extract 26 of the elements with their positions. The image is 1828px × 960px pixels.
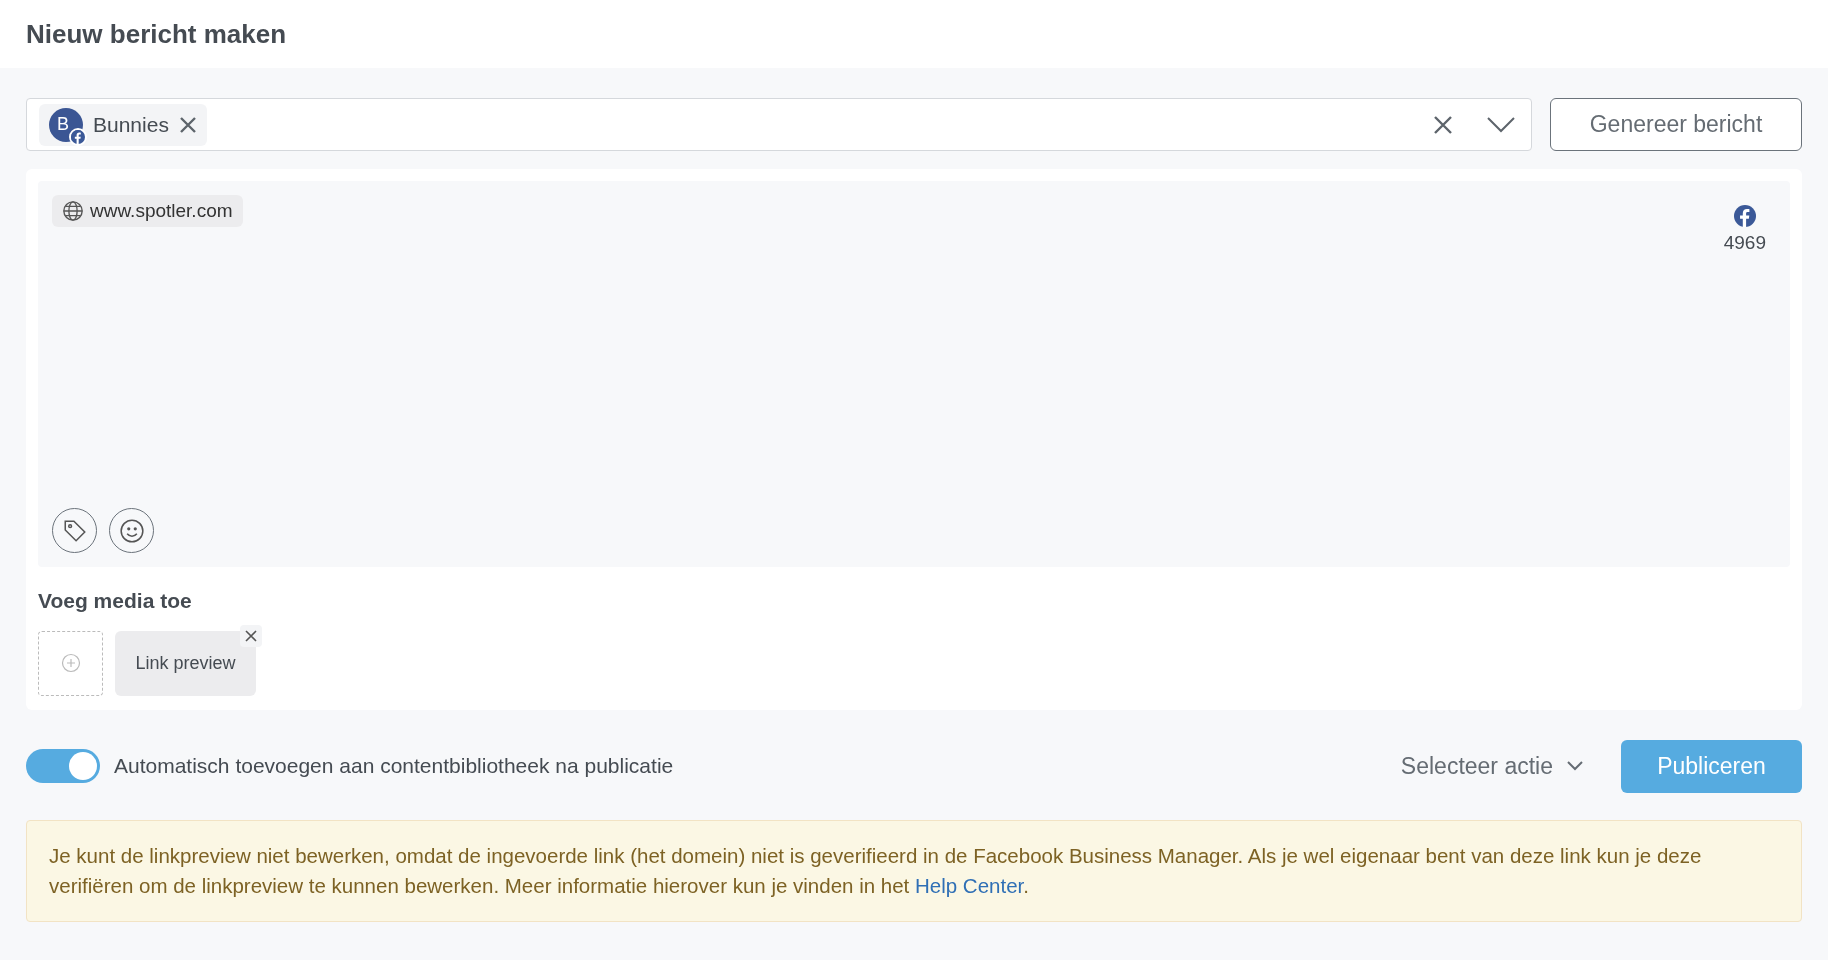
facebook-icon [71,129,85,144]
close-icon[interactable] [178,115,197,134]
smiley-icon [118,517,145,544]
toggle-switch[interactable] [26,749,100,783]
plus-icon [60,653,81,673]
clear-icon[interactable] [1433,114,1453,135]
help-center-link[interactable]: Help Center [915,873,1024,897]
chevron-down-icon [1567,761,1583,771]
page-title: Nieuw bericht maken [26,17,287,51]
remove-button[interactable] [240,624,262,647]
character-count: 4969 [1723,231,1766,255]
globe-icon [62,200,84,222]
tag-icon [61,517,88,544]
account-avatar: B [49,107,83,142]
toggle-label: Automatisch toevoegen aan contentbibliotheek na publicatie [114,753,674,780]
message-editor[interactable]: www.spotler.com 4969 [38,181,1790,567]
media-heading: Voeg media toe [38,588,193,614]
facebook-icon [1733,205,1756,227]
close-icon [245,629,257,642]
generate-button[interactable]: Genereer bericht [1550,98,1802,151]
notice-text: Je kunt de linkpreview niet bewerken, omdat de ingevoerde link (het domein) niet is geverifieerd in de Facebook Business Manager. Als je wel eigenaar bent van deze link kun je deze verifiëren om de linkpreview te kunnen bewerken. Meer informatie hierover kun je vinden in het Help Center. [49,842,1703,899]
chevron-down-icon[interactable] [1487,116,1515,133]
account-select[interactable]: B Bunnies [26,98,1532,151]
action-dropdown[interactable]: Selecteer actie [1400,748,1583,784]
account-name: Bunnies [93,111,169,138]
link-chip: www.spotler.com [52,195,243,227]
